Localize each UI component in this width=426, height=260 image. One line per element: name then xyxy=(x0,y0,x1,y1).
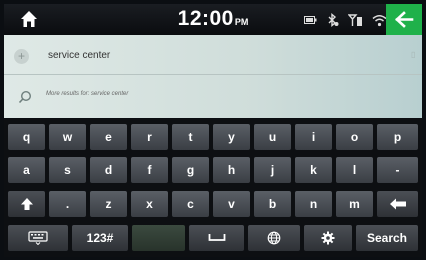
key-y[interactable]: y xyxy=(213,124,250,150)
keyboard-switch-key[interactable] xyxy=(8,225,68,251)
battery-icon xyxy=(304,16,317,24)
key-h[interactable]: h xyxy=(213,157,250,183)
key-e[interactable]: e xyxy=(90,124,127,150)
more-results-text: More results for: service center xyxy=(46,91,129,97)
globe-icon xyxy=(267,231,281,245)
key-period[interactable]: . xyxy=(49,191,86,217)
clock-time: 12:00 xyxy=(177,7,234,30)
keyboard-icon xyxy=(28,231,48,245)
input-end-marker: ▯ xyxy=(411,50,416,59)
key-f[interactable]: f xyxy=(131,157,168,183)
space-icon xyxy=(208,234,225,241)
search-panel: + service center ▯ More results for: ser… xyxy=(4,35,422,118)
backspace-key[interactable] xyxy=(377,191,418,217)
bluetooth-icon xyxy=(328,13,339,27)
key-v[interactable]: v xyxy=(213,191,250,217)
key-u[interactable]: u xyxy=(254,124,291,150)
search-icon xyxy=(18,90,32,104)
shift-key[interactable] xyxy=(8,191,45,217)
key-q[interactable]: q xyxy=(8,124,45,150)
status-bar: 12:00PM xyxy=(4,4,422,35)
shift-icon xyxy=(20,198,33,210)
key-a[interactable]: a xyxy=(8,157,45,183)
key-l[interactable]: l xyxy=(336,157,373,183)
clock-ampm: PM xyxy=(234,17,249,27)
gear-icon xyxy=(321,231,335,245)
status-icons xyxy=(304,12,387,28)
key-d[interactable]: d xyxy=(90,157,127,183)
key-s[interactable]: s xyxy=(49,157,86,183)
signal-icon xyxy=(348,13,362,26)
key-hyphen[interactable]: - xyxy=(377,157,418,183)
key-z[interactable]: z xyxy=(90,191,127,217)
search-input-row[interactable]: + service center ▯ xyxy=(4,37,422,75)
on-screen-keyboard: q w e r t y u i o p a s d f g h j k l - … xyxy=(4,119,422,257)
key-x[interactable]: x xyxy=(131,191,168,217)
search-query-text: service center xyxy=(48,50,111,61)
key-w[interactable]: w xyxy=(49,124,86,150)
key-b[interactable]: b xyxy=(254,191,291,217)
back-button[interactable] xyxy=(386,4,422,35)
key-p[interactable]: p xyxy=(377,124,418,150)
key-o[interactable]: o xyxy=(336,124,373,150)
key-c[interactable]: c xyxy=(172,191,209,217)
settings-key[interactable] xyxy=(304,225,352,251)
more-results-row[interactable]: More results for: service center xyxy=(4,77,422,115)
add-icon[interactable]: + xyxy=(14,49,29,64)
blank-key[interactable] xyxy=(132,225,185,251)
wifi-icon xyxy=(372,14,387,26)
key-k[interactable]: k xyxy=(295,157,332,183)
key-i[interactable]: i xyxy=(295,124,332,150)
language-key[interactable] xyxy=(248,225,300,251)
symbols-key[interactable]: 123# xyxy=(72,225,128,251)
key-t[interactable]: t xyxy=(172,124,209,150)
key-j[interactable]: j xyxy=(254,157,291,183)
back-arrow-icon xyxy=(395,11,414,28)
key-m[interactable]: m xyxy=(336,191,373,217)
key-n[interactable]: n xyxy=(295,191,332,217)
key-r[interactable]: r xyxy=(131,124,168,150)
search-button[interactable]: Search xyxy=(356,225,418,251)
key-g[interactable]: g xyxy=(172,157,209,183)
space-key[interactable] xyxy=(189,225,244,251)
infotainment-screen: 12:00PM + service center ▯ More results … xyxy=(0,0,426,260)
backspace-icon xyxy=(389,198,406,210)
